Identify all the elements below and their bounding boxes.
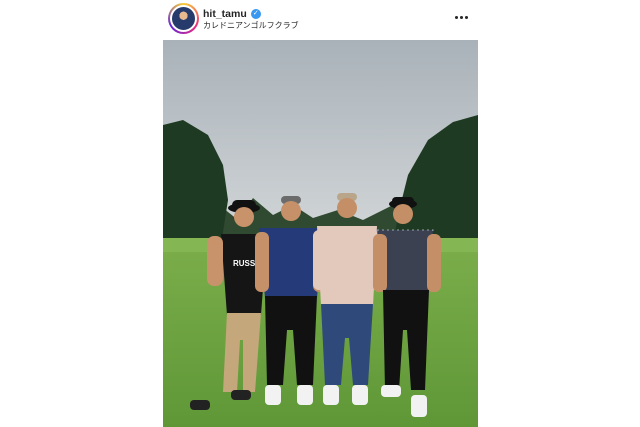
verified-badge-icon: ✓	[250, 9, 261, 19]
post-header: hit_tamu ✓ カレドニアンゴルフクラブ	[163, 0, 478, 40]
avatar-image	[170, 5, 197, 32]
avatar[interactable]	[168, 3, 199, 34]
username-row: hit_tamu ✓	[203, 7, 261, 21]
post-photo[interactable]: RUSSELL	[163, 40, 478, 427]
location-link[interactable]: カレドニアンゴルフクラブ	[203, 20, 299, 31]
more-options-icon[interactable]	[454, 12, 468, 22]
username-link[interactable]: hit_tamu	[203, 8, 247, 20]
golf-group-photo: RUSSELL	[163, 40, 478, 427]
